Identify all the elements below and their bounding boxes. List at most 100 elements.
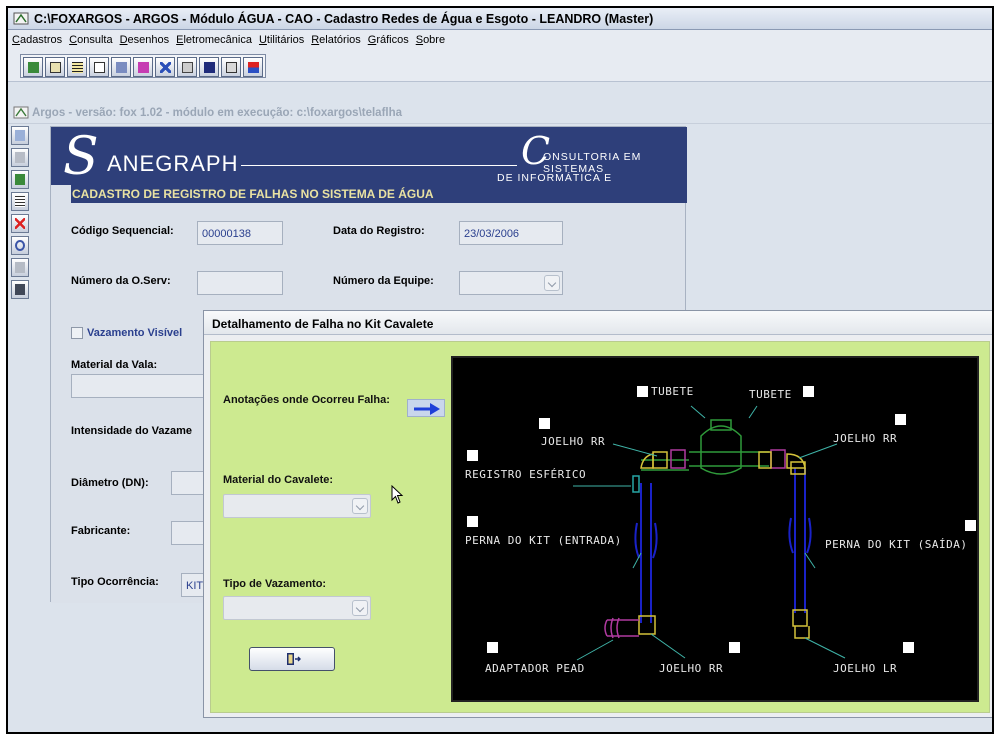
exit-icon [15,174,25,185]
numero-equipe-select[interactable] [459,271,563,295]
application-window: C:\FOXARGOS - ARGOS - Módulo ÁGUA - CAO … [6,6,994,734]
annotations-arrow-button[interactable] [407,399,445,417]
label-tubete-right: TUBETE [749,388,792,401]
exit-door-icon [287,653,301,665]
pipe-left [634,483,658,623]
toolbar-exit-button[interactable] [23,57,43,77]
toolbar-copy-button[interactable] [177,57,197,77]
checkbox-joelho-rr-lower[interactable] [729,642,740,653]
menu-cadastros[interactable]: Cadastros [12,34,62,46]
arrow-right-icon [414,403,440,415]
sidebar-exit-button[interactable] [11,170,29,189]
checkbox-joelho-lr[interactable] [903,642,914,653]
toolbar-window-button[interactable] [221,57,241,77]
app-icon [13,106,29,119]
status-line: Argos - versão: fox 1.02 - módulo em exe… [8,102,992,124]
brand-name: ANEGRAPH [107,151,239,176]
sidebar-undo-button[interactable] [11,236,29,255]
menu-utilitarios[interactable]: Utilitários [259,34,304,46]
report-icon [94,62,105,73]
vazamento-visivel-checkbox[interactable] [71,327,83,339]
undo-icon [15,240,25,251]
toolbar-network-button[interactable] [155,57,175,77]
anotacoes-label: Anotações onde Ocorreu Falha: [223,394,390,406]
status-text: Argos - versão: fox 1.02 - módulo em exe… [32,106,403,119]
sanegraph-banner: S ANEGRAPH C ONSULTORIA EM SISTEMAS DE I… [51,127,687,196]
toolbar-form-button[interactable] [45,57,65,77]
copy-icon [182,62,193,73]
checkbox-joelho-rr-upper-left[interactable] [539,418,550,429]
app-icon [13,12,29,25]
numero-os-field[interactable] [197,271,283,295]
checkbox-perna-saida[interactable] [965,520,976,531]
tipo-vazamento-label: Tipo de Vazamento: [223,578,327,590]
dialog-body: Anotações onde Ocorreu Falha: Material d… [210,341,990,713]
menu-relatorios[interactable]: Relatórios [311,34,361,46]
chevron-down-icon [352,498,368,514]
save-icon [204,62,215,73]
menu-graficos[interactable]: Gráficos [368,34,409,46]
checkbox-joelho-rr-upper-right[interactable] [895,414,906,425]
checkbox-registro-esferico[interactable] [467,450,478,461]
checkbox-perna-entrada[interactable] [467,516,478,527]
sidebar-delete-button[interactable] [11,214,29,233]
delete-icon [15,218,25,229]
sort-icon [248,62,259,73]
sidebar-list-button[interactable] [11,192,29,211]
toolbar-sort-button[interactable] [243,57,263,77]
kit-cavalete-diagram: TUBETE TUBETE JOELHO RR JOELHO RR REGIST… [451,356,979,702]
toolbar-table-button[interactable] [67,57,87,77]
codigo-field[interactable]: 00000138 [197,221,283,245]
label-joelho-rr-lower: JOELHO RR [659,662,723,675]
label-joelho-lr: JOELHO LR [833,662,897,675]
toolbar-tools-button[interactable] [111,57,131,77]
checkbox-tubete-right[interactable] [803,386,814,397]
chevron-down-icon [544,275,560,291]
registro-esferico-valve [632,475,640,493]
data-registro-field[interactable]: 23/03/2006 [459,221,563,245]
banner-divider [241,165,517,166]
sidebar-edit-button[interactable] [11,258,29,277]
new-icon [15,130,25,141]
dialog-title: Detalhamento de Falha no Kit Cavalete [204,311,992,335]
label-adaptador-pead: ADAPTADOR PEAD [485,662,585,675]
toolbar [8,50,992,82]
tubete-left-fitting [670,449,686,469]
fabricante-label: Fabricante: [71,525,131,537]
menu-consulta[interactable]: Consulta [69,34,112,46]
sidebar-new-button[interactable] [11,126,29,145]
data-registro-label: Data do Registro: [333,225,425,237]
form-title: CADASTRO DE REGISTRO DE FALHAS NO SISTEM… [71,185,687,203]
label-registro-esferico: REGISTRO ESFÉRICO [465,468,586,481]
toolbar-print-button[interactable] [133,57,153,77]
toolbar-button-group [20,54,266,78]
label-joelho-rr-upper-left: JOELHO RR [541,435,605,448]
kit-diagram-canvas: TUBETE TUBETE JOELHO RR JOELHO RR REGIST… [465,385,976,675]
title-bar: C:\FOXARGOS - ARGOS - Módulo ÁGUA - CAO … [8,8,992,30]
joelho-fittings [638,451,810,639]
screen: C:\FOXARGOS - ARGOS - Módulo ÁGUA - CAO … [0,0,997,737]
chevron-down-icon [352,600,368,616]
numero-os-label: Número da O.Serv: [71,275,171,287]
table-icon [72,62,83,73]
toolbar-report-button[interactable] [89,57,109,77]
toolbar-save-button[interactable] [199,57,219,77]
tipo-vazamento-select[interactable] [223,596,371,620]
pipe-right [788,468,812,613]
menu-bar: Cadastros Consulta Desenhos Eletromecâni… [8,30,992,50]
edit-icon [15,262,25,273]
water-meter [641,419,769,475]
codigo-label: Código Sequencial: [71,225,174,237]
sidebar-print-button[interactable] [11,280,29,299]
sidebar-save-button[interactable] [11,148,29,167]
menu-desenhos[interactable]: Desenhos [120,34,170,46]
menu-eletromecanica[interactable]: Eletromecânica [176,34,252,46]
vazamento-visivel-label: Vazamento Visível [87,327,183,339]
material-cavalete-select[interactable] [223,494,371,518]
exit-button[interactable] [249,647,335,671]
material-vala-select[interactable] [71,374,221,398]
menu-sobre[interactable]: Sobre [416,34,445,46]
label-joelho-rr-upper-right: JOELHO RR [833,432,897,445]
checkbox-adaptador-pead[interactable] [487,642,498,653]
checkbox-tubete-left[interactable] [637,386,648,397]
